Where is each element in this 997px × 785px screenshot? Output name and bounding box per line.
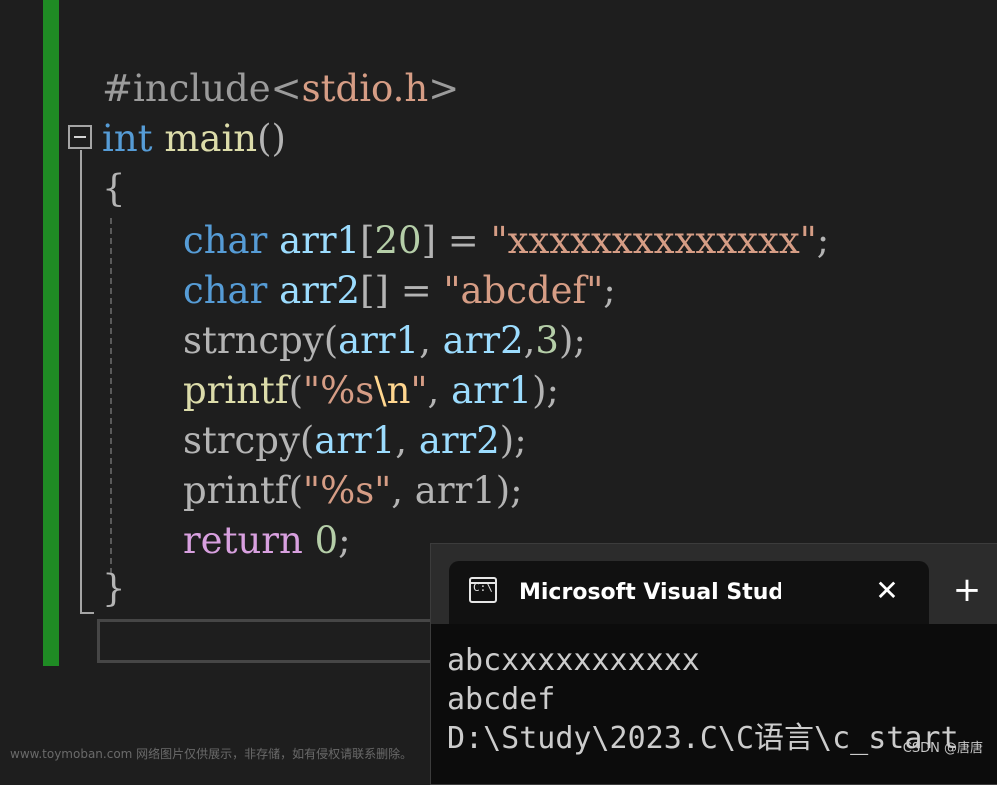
paren: ( [323,319,339,362]
code-line-printf1: printf("%s\n", arr1); [183,368,559,414]
paren: ( [288,469,304,512]
escape-sequence: \n [374,369,411,412]
console-output-line: D:\Study\2023.C\C语言\c_start [447,721,959,756]
comma: , [419,319,443,362]
paren-semicolon: ); [558,319,586,362]
arg-arr1: arr1 [338,319,420,362]
bracket: [ [360,219,375,262]
string-literal: "abcdef" [443,269,604,312]
code-line-decl2: char arr2[] = "abcdef"; [183,268,616,314]
fold-guide-line [80,150,82,613]
preprocessor-directive: #include [102,67,271,110]
var-arr1: arr1 [279,219,361,262]
watermark-author: CSDN @唐唐 [902,741,983,756]
code-line-decl1: char arr1[20] = "xxxxxxxxxxxxxx"; [183,218,829,264]
angle-open: < [270,67,302,110]
string-literal: "%s [303,369,375,412]
console-output-area[interactable]: abcxxxxxxxxxxx abcdef D:\Study\2023.C\C语… [431,624,997,784]
number-literal: 3 [535,319,559,362]
code-line-open-brace: { [102,166,126,212]
comma: , [427,369,452,412]
function-strncpy: strncpy [183,319,324,362]
semicolon: ; [603,269,616,312]
bracket: [] [360,269,389,312]
assign-op: = [388,269,444,312]
code-line-main: int main() [102,116,286,162]
semicolon: ; [338,519,351,562]
arg-arr2: arr2 [442,319,524,362]
arg-arr1: arr1 [314,419,396,462]
bracket: ] [421,219,437,262]
keyword-char: char [183,269,268,312]
code-line-include: #include<stdio.h> [102,66,459,112]
console-output-line: abcxxxxxxxxxxx [447,643,700,678]
header-name: stdio.h [301,67,429,110]
paren: ( [299,419,315,462]
arg-arr2: arr2 [418,419,500,462]
comma: , [395,419,419,462]
close-brace: } [102,567,126,610]
var-arr2: arr2 [279,269,361,312]
semicolon: ; [816,219,830,262]
assign-op: = [436,219,491,262]
console-icon-text: C:\ [473,581,493,594]
console-output-line: abcdef [447,682,556,717]
fold-guide-end [80,612,94,614]
number-literal: 0 [314,519,339,562]
console-tab[interactable]: C:\ Microsoft Visual Studio 调试控制台 ✕ [449,561,929,624]
code-line-strcpy: strcpy(arr1, arr2); [183,418,527,464]
new-tab-button[interactable]: + [949,572,985,608]
keyword-char: char [183,219,268,262]
paren-semicolon: ); [532,369,559,412]
string-literal: "xxxxxxxxxxxxxx" [490,219,817,262]
code-line-close-brace: } [102,566,126,612]
console-tab-title: Microsoft Visual Studio 调试控制台 [519,580,781,605]
open-brace: { [102,167,126,210]
code-line-strncpy: strncpy(arr1, arr2,3); [183,318,586,364]
collapse-toggle-icon[interactable] [68,125,92,149]
angle-close: > [428,67,460,110]
comma: , [391,469,415,512]
function-strcpy: strcpy [183,419,300,462]
keyword-int: int [102,117,153,160]
close-icon[interactable]: ✕ [869,573,905,609]
comma: , [523,319,536,362]
function-main: main [164,117,258,160]
code-line-printf2: printf("%s", arr1); [183,468,523,514]
parens: () [257,117,286,160]
paren-semicolon: ); [495,469,523,512]
code-line-return: return 0; [183,518,351,564]
change-indicator-bar [43,0,59,666]
console-app-icon: C:\ [469,577,497,603]
function-printf: printf [183,369,289,412]
paren-semicolon: ); [499,419,527,462]
console-tab-strip: C:\ Microsoft Visual Studio 调试控制台 ✕ + [431,544,997,624]
current-line-highlight[interactable] [97,619,447,663]
keyword-return: return [183,519,303,562]
arg-arr1: arr1 [414,469,496,512]
number-literal: 20 [374,219,422,262]
function-printf: printf [183,469,289,512]
paren: ( [288,369,304,412]
arg-arr1: arr1 [451,369,533,412]
watermark-source: www.toymoban.com 网络图片仅供展示，非存储，如有侵权请联系删除。 [10,747,413,761]
indent-guide [110,218,112,574]
string-literal: " [410,369,428,412]
string-literal: "%s" [303,469,392,512]
